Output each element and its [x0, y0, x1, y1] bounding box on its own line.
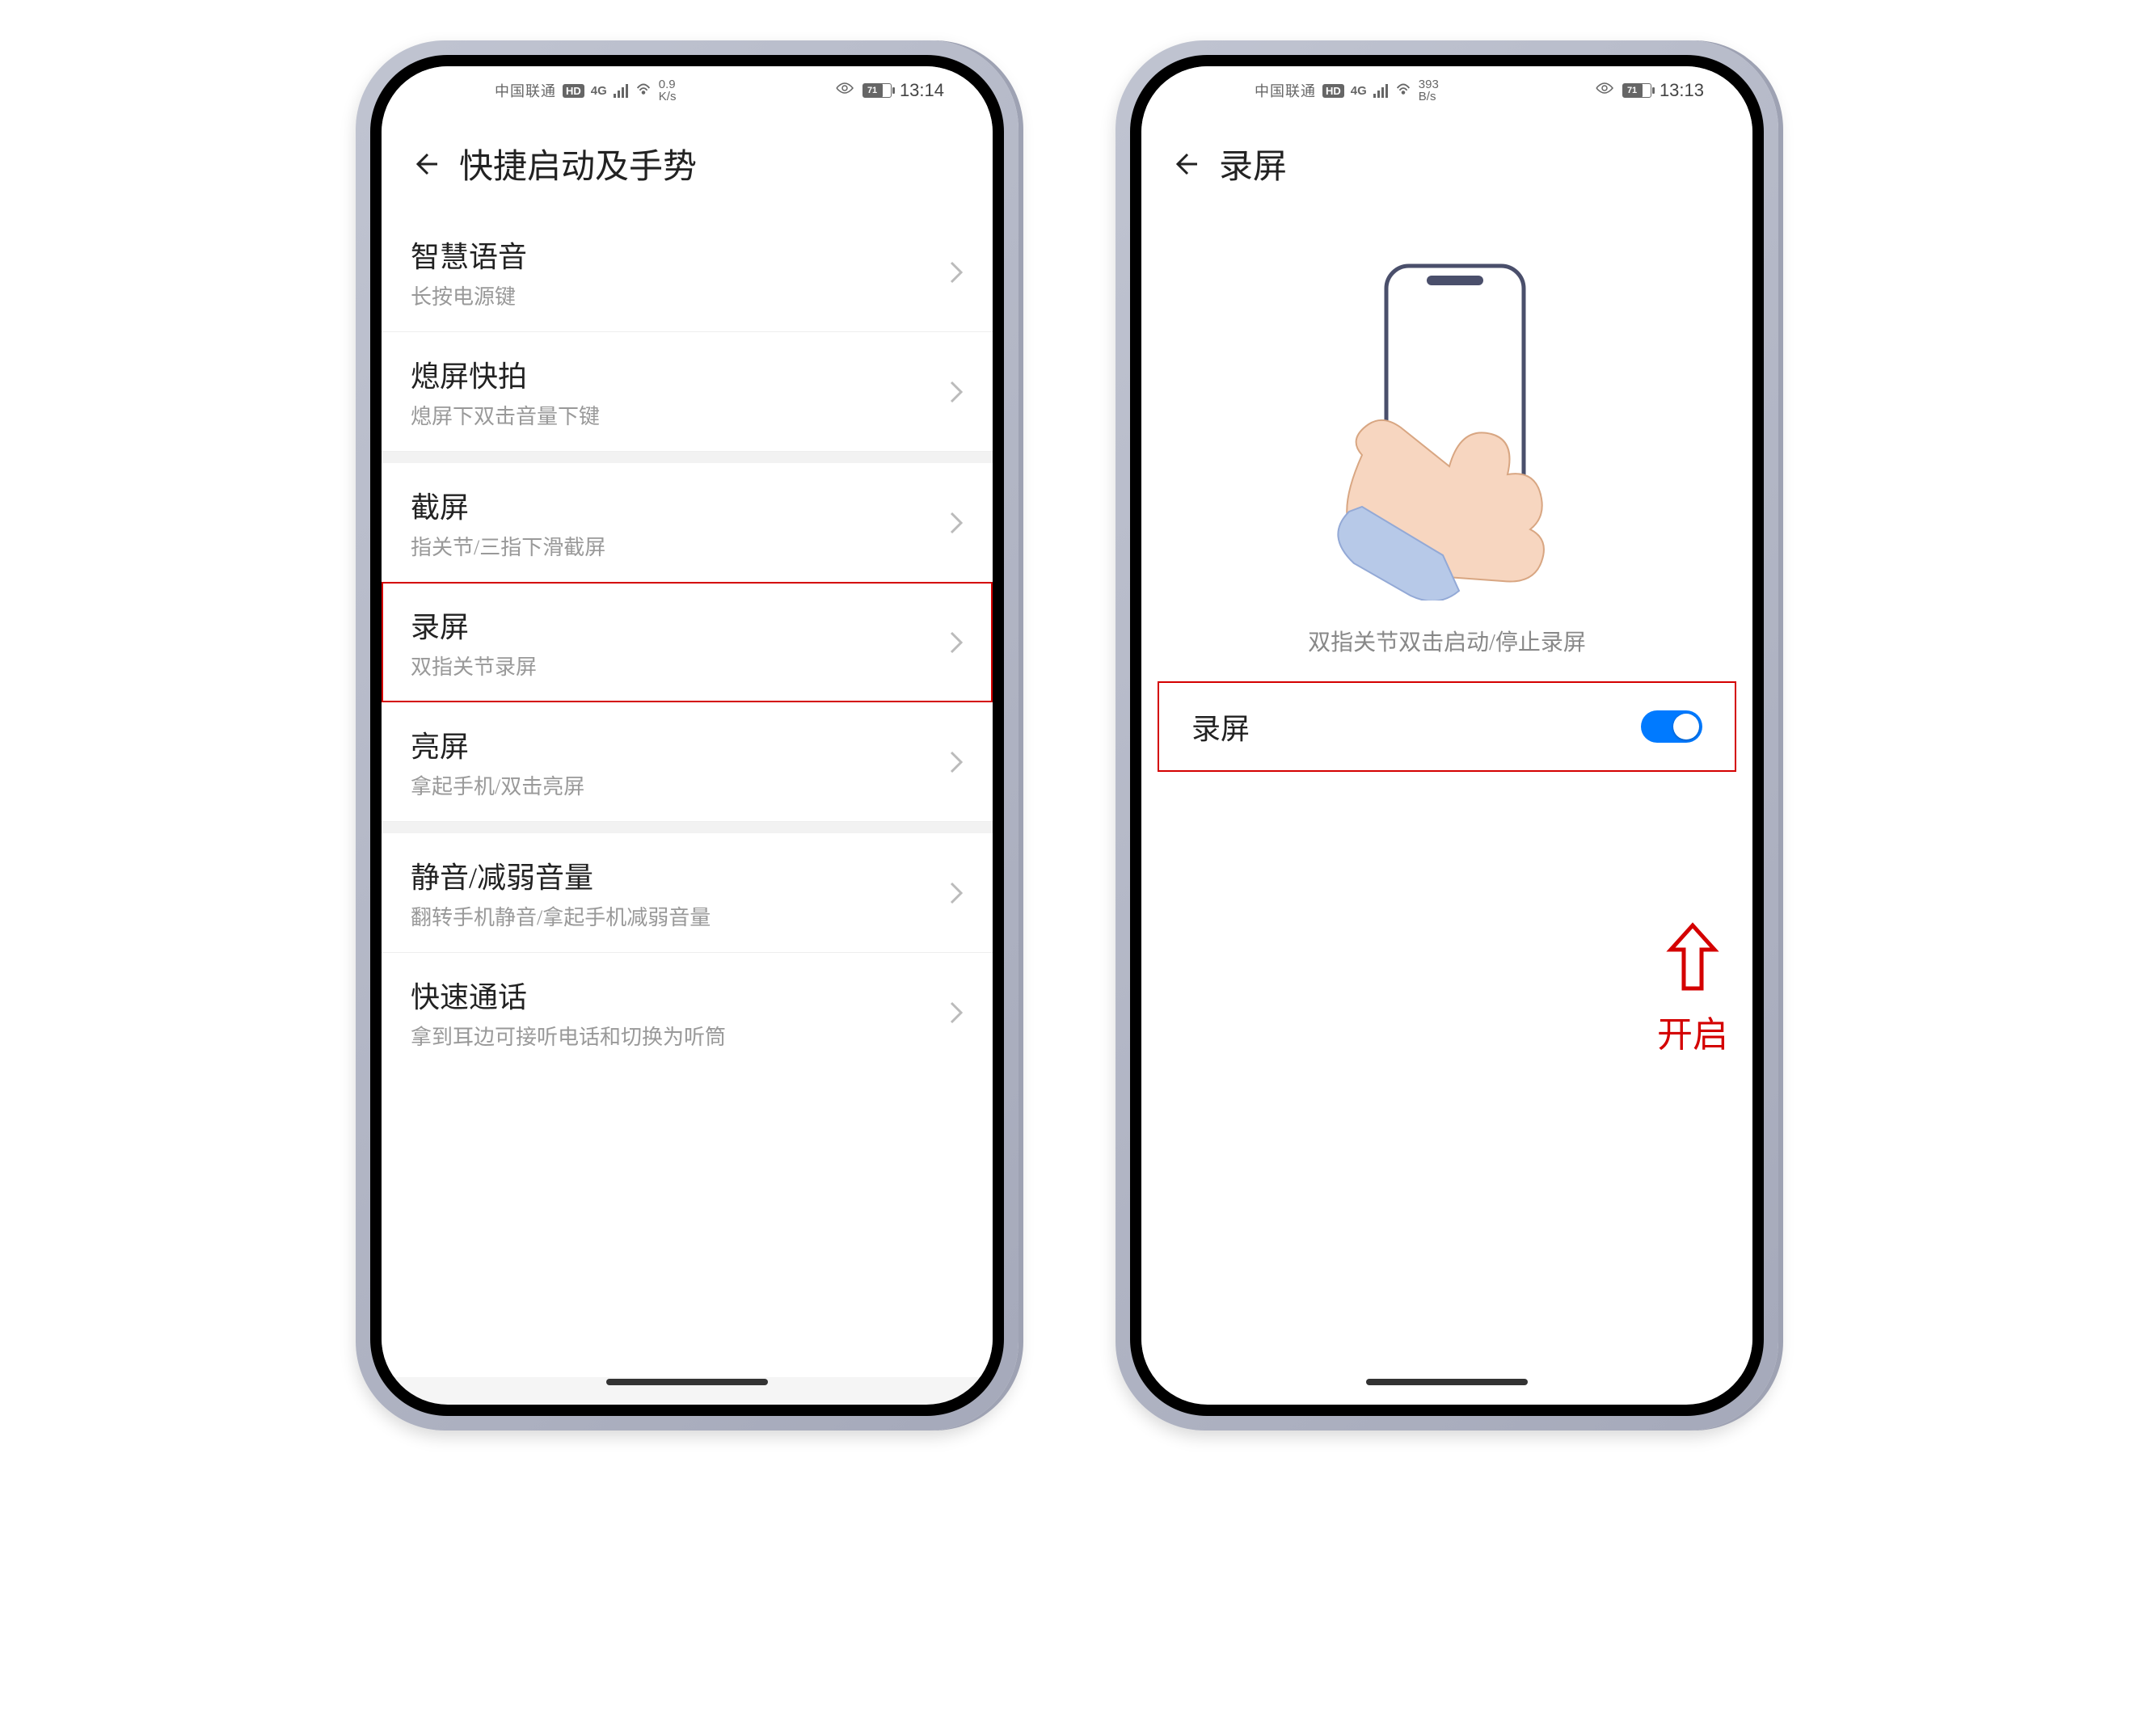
list-item-screenshot[interactable]: 截屏 指关节/三指下滑截屏: [382, 463, 993, 583]
settings-list: 智慧语音 长按电源键 熄屏快拍 熄屏下双击音量下键 截屏: [382, 213, 993, 1072]
item-title: 熄屏快拍: [411, 353, 600, 395]
gesture-nav-bar[interactable]: [1141, 1377, 1752, 1387]
back-arrow-icon[interactable]: [411, 150, 440, 179]
battery-icon: 71: [1622, 83, 1651, 98]
toggle-label: 录屏: [1191, 706, 1250, 748]
list-item-screen-off-shot[interactable]: 熄屏快拍 熄屏下双击音量下键: [382, 332, 993, 452]
network-4g: 4G: [1351, 84, 1367, 98]
list-item-mute[interactable]: 静音/减弱音量 翻转手机静音/拿起手机减弱音量: [382, 833, 993, 953]
chevron-right-icon: [949, 750, 964, 774]
list-item-quick-call[interactable]: 快速通话 拿到耳边可接听电话和切换为听筒: [382, 953, 993, 1072]
list-item-wake-screen[interactable]: 亮屏 拿起手机/双击亮屏: [382, 702, 993, 822]
item-title: 智慧语音: [411, 234, 527, 276]
screen-record-toggle-row: 录屏: [1158, 681, 1736, 772]
chevron-right-icon: [949, 1001, 964, 1025]
phone-mockup-right: 中国联通 HD 4G 393 B/s: [1116, 40, 1778, 1431]
battery-icon: 71: [862, 83, 892, 98]
item-subtitle: 熄屏下双击音量下键: [411, 400, 600, 430]
list-item-smart-voice[interactable]: 智慧语音 长按电源键: [382, 213, 993, 332]
item-title: 截屏: [411, 484, 605, 526]
hd-badge: HD: [563, 84, 584, 98]
item-subtitle: 长按电源键: [411, 280, 527, 310]
clock: 13:13: [1660, 80, 1704, 101]
chevron-right-icon: [949, 260, 964, 284]
net-speed: 393 B/s: [1419, 78, 1439, 103]
carrier-label: 中国联通: [495, 80, 556, 101]
item-title: 亮屏: [411, 723, 584, 765]
page-header: 录屏: [1141, 115, 1752, 213]
gesture-caption: 双指关节双击启动/停止录屏: [1141, 625, 1752, 681]
item-subtitle: 翻转手机静音/拿起手机减弱音量: [411, 901, 711, 931]
chevron-right-icon: [949, 380, 964, 404]
annotation-enable: 开启: [1657, 921, 1728, 1057]
annotation-text: 开启: [1657, 1005, 1728, 1057]
item-title: 录屏: [411, 604, 537, 646]
gesture-illustration: [1141, 213, 1752, 625]
item-title: 快速通话: [411, 974, 726, 1016]
list-item-screen-record[interactable]: 录屏 双指关节录屏: [382, 583, 993, 702]
item-subtitle: 拿到耳边可接听电话和切换为听筒: [411, 1021, 726, 1051]
wifi-icon: [1394, 79, 1412, 102]
chevron-right-icon: [949, 630, 964, 655]
wifi-icon: [635, 79, 652, 102]
signal-icon: [614, 83, 628, 98]
page-title: 录屏: [1219, 139, 1287, 188]
screen-record-switch[interactable]: [1641, 710, 1702, 743]
status-bar: 中国联通 HD 4G 393 B/s: [1141, 66, 1752, 115]
page-title: 快捷启动及手势: [459, 139, 697, 188]
clock: 13:14: [900, 80, 944, 101]
chevron-right-icon: [949, 881, 964, 905]
item-subtitle: 指关节/三指下滑截屏: [411, 531, 605, 561]
network-4g: 4G: [591, 84, 607, 98]
item-subtitle: 双指关节录屏: [411, 651, 537, 680]
back-arrow-icon[interactable]: [1170, 150, 1200, 179]
net-speed: 0.9 K/s: [659, 78, 677, 103]
carrier-label: 中国联通: [1255, 80, 1316, 101]
phone-mockup-left: 中国联通 HD 4G 0.9 K/s: [356, 40, 1018, 1431]
hd-badge: HD: [1322, 84, 1344, 98]
eye-protection-icon: [1595, 78, 1614, 103]
page-header: 快捷启动及手势: [382, 115, 993, 213]
gesture-nav-bar[interactable]: [382, 1377, 993, 1387]
status-bar: 中国联通 HD 4G 0.9 K/s: [382, 66, 993, 115]
chevron-right-icon: [949, 511, 964, 535]
eye-protection-icon: [835, 78, 854, 103]
item-title: 静音/减弱音量: [411, 854, 711, 896]
up-arrow-icon: [1664, 921, 1721, 997]
signal-icon: [1373, 83, 1388, 98]
item-subtitle: 拿起手机/双击亮屏: [411, 770, 584, 800]
